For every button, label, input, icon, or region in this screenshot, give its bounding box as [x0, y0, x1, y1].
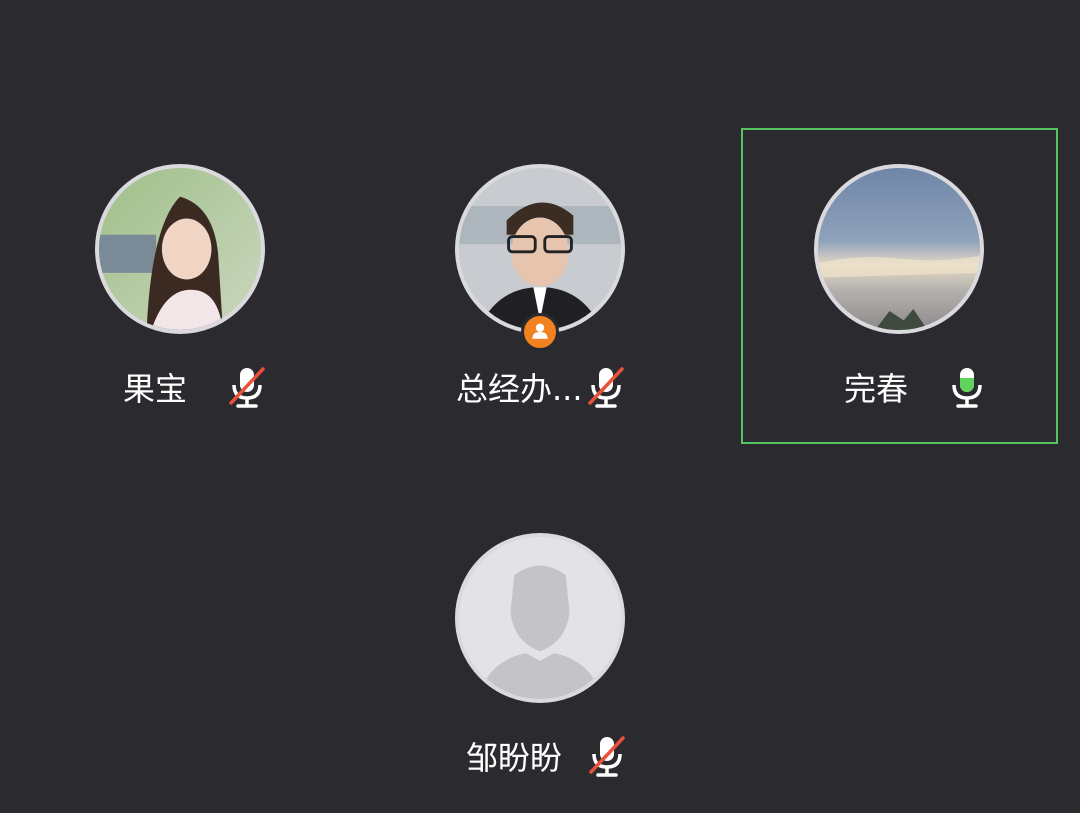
participant-name: 完春 [844, 370, 909, 408]
user-icon [532, 323, 548, 339]
participant-name: 总经办... [456, 370, 583, 408]
mic-muted-icon[interactable] [585, 734, 629, 778]
avatar [95, 164, 265, 334]
participant-tile[interactable]: 邹盼盼 [360, 497, 720, 813]
participant-name: 邹盼盼 [466, 739, 563, 777]
avatar [455, 164, 625, 334]
participant-tile-speaking[interactable]: 完春 [741, 128, 1058, 444]
meeting-participants-grid: 果宝 总经办... 完春 邹盼盼 [0, 0, 1080, 811]
participant-tile[interactable]: 总经办... [360, 128, 720, 444]
default-user-icon [455, 533, 625, 703]
host-badge [521, 313, 559, 351]
participant-tile[interactable]: 果宝 [0, 128, 360, 444]
mic-muted-icon[interactable] [584, 365, 628, 409]
avatar [814, 164, 984, 334]
mic-active-icon[interactable] [945, 365, 989, 409]
participant-name: 果宝 [123, 370, 188, 408]
mic-muted-icon[interactable] [225, 365, 269, 409]
